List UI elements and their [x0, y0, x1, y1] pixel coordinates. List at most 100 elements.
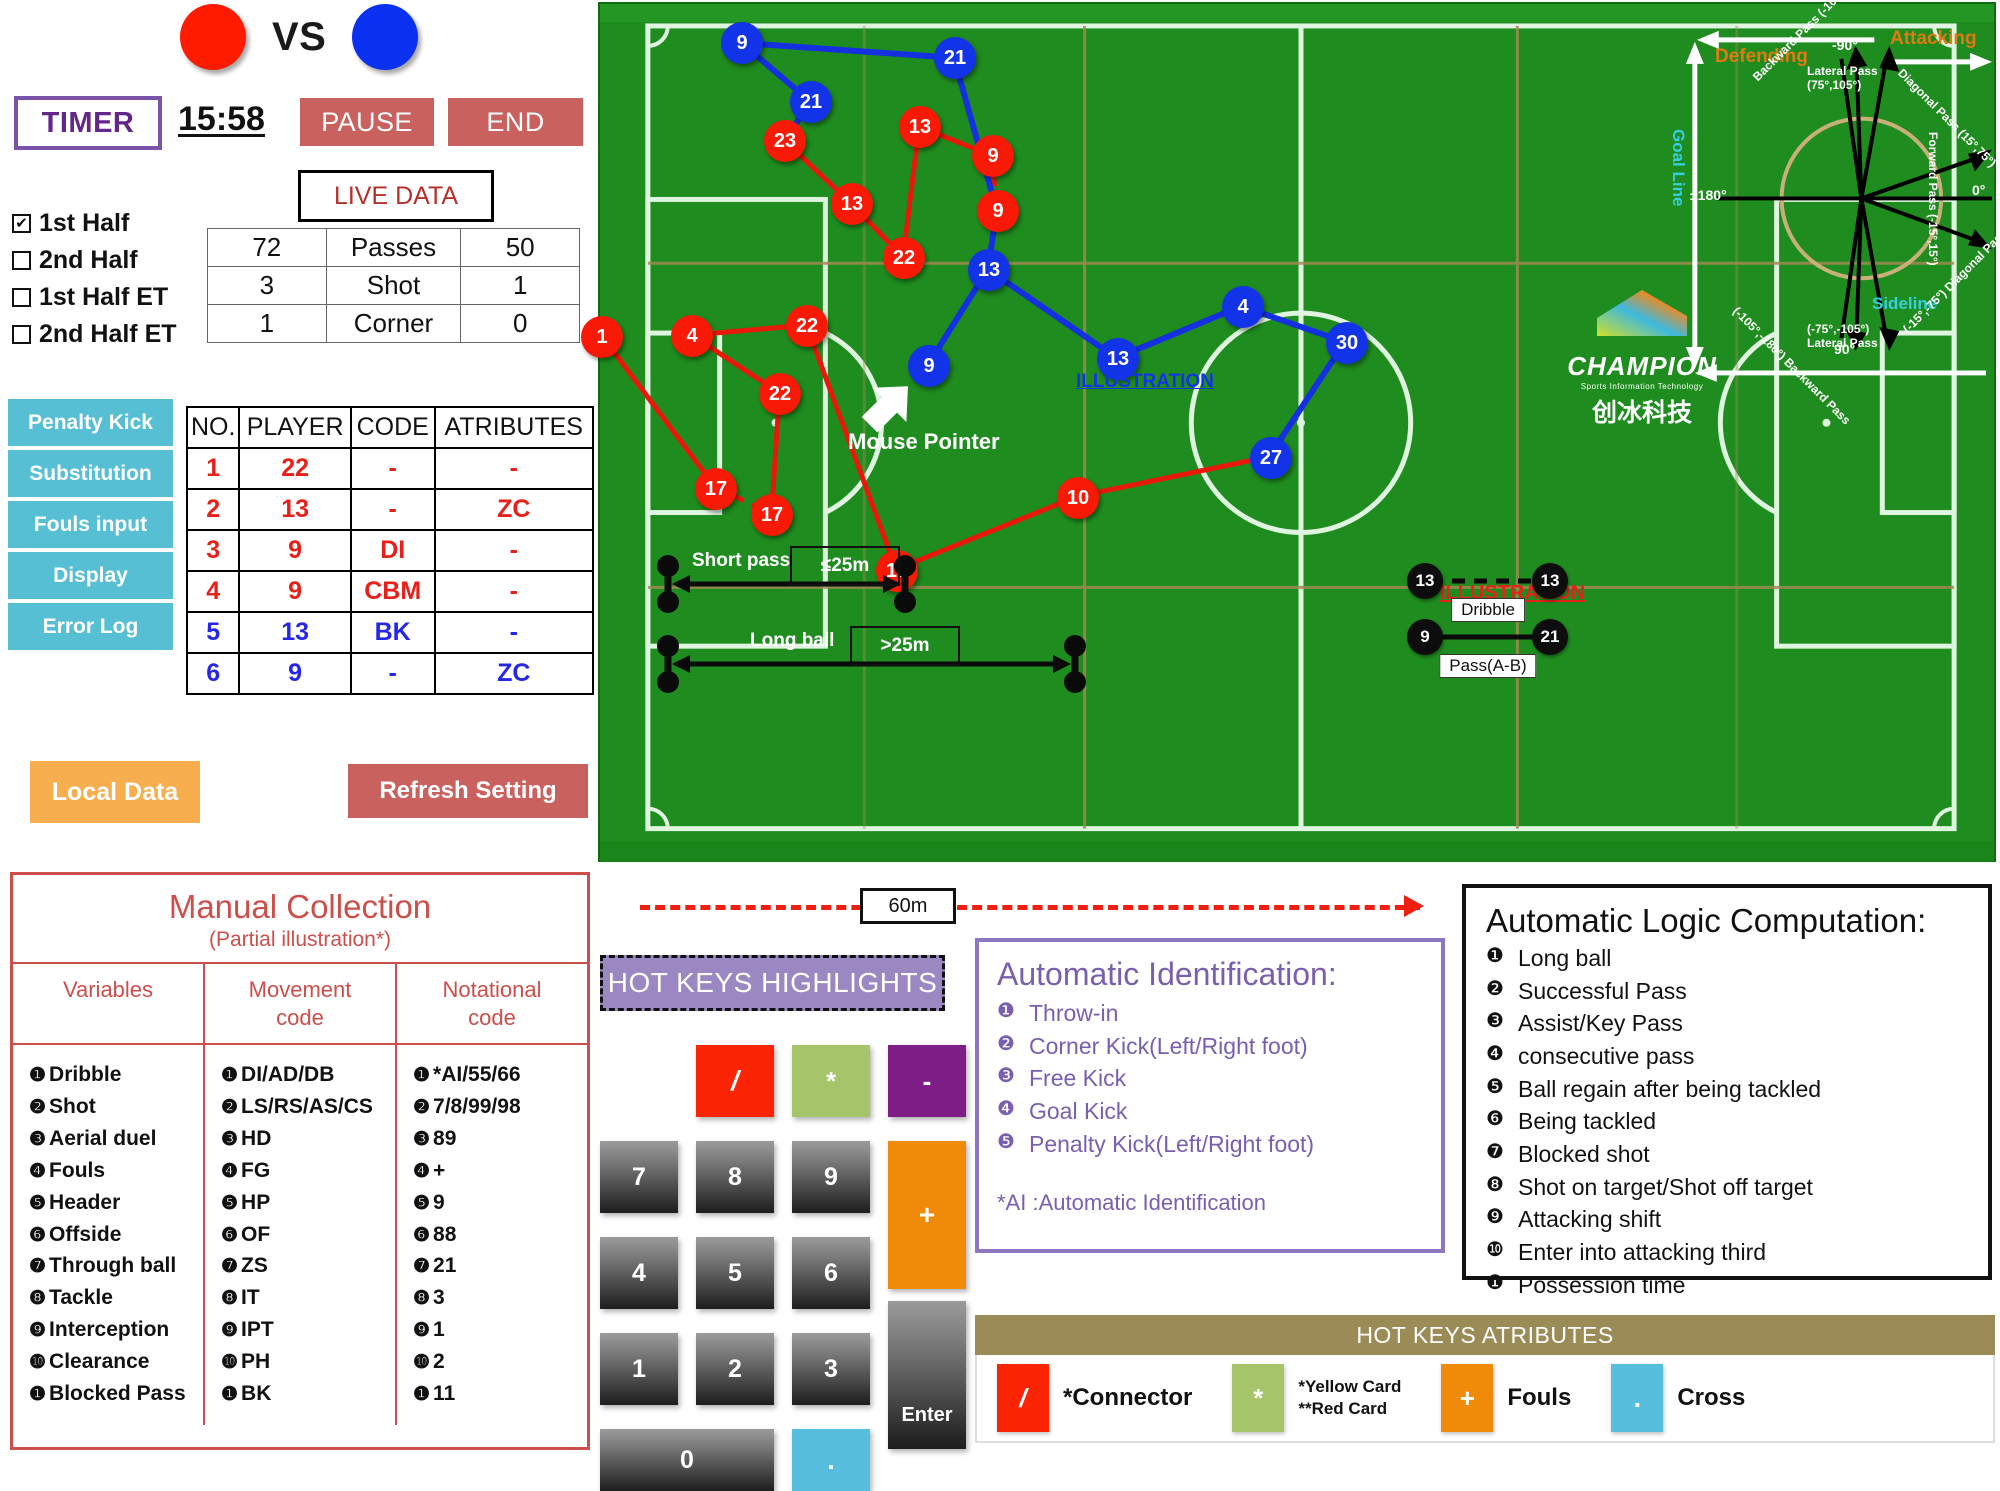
numbered-bullet-icon: ❺ — [997, 1130, 1015, 1153]
table-row[interactable]: 3 9 DI - — [185, 529, 595, 572]
side-button-display[interactable]: Display — [8, 552, 173, 599]
list-item: ❻ OF — [221, 1222, 271, 1246]
player-marker-red-9[interactable]: 9 — [972, 135, 1014, 177]
numbered-bullet-icon: ❶ — [413, 1384, 431, 1406]
side-button-fouls-input[interactable]: Fouls input — [8, 501, 173, 548]
list-item: ❼ ZS — [221, 1254, 268, 1278]
numbered-bullet-icon: ❹ — [997, 1097, 1015, 1120]
list-item: ❽3 — [413, 1286, 445, 1310]
goal-line-label: Goal Line — [1669, 129, 1688, 207]
player-cell-player: 13 — [238, 488, 352, 531]
keypad-key-minus[interactable]: - — [888, 1045, 966, 1117]
player-marker-red-22[interactable]: 22 — [759, 373, 801, 415]
half-option-1[interactable]: 2nd Half — [12, 242, 177, 279]
distance-arrow-icon — [1404, 895, 1424, 917]
side-button-substitution[interactable]: Substitution — [8, 450, 173, 497]
player-marker-blue-9[interactable]: 9 — [908, 345, 950, 387]
table-row[interactable]: 2 13- ZC — [185, 488, 595, 531]
live-away-value: 50 — [460, 228, 580, 267]
numbered-bullet-icon: ❸ — [221, 1128, 239, 1150]
keypad-key-1[interactable]: 1 — [600, 1333, 678, 1405]
keypad-key-slash[interactable]: / — [696, 1045, 774, 1117]
team-b-badge[interactable] — [352, 4, 419, 70]
live-home-value: 3 — [207, 266, 327, 305]
mc-notational-list: ❶ *AI/55/66 ❷ 7/8/99/98 ❸ 89 ❹ + ❺ 9 ❻ 88 ❼ 21 ❽ 3 ❾ 1 ❿ 2 ❶… — [395, 1045, 587, 1425]
player-marker-blue-4[interactable]: 4 — [1222, 286, 1264, 328]
player-marker-red-17[interactable]: 17 — [751, 494, 793, 536]
list-item: ❺ HP — [221, 1190, 271, 1214]
table-row[interactable]: 4 9 CBM - — [185, 570, 595, 613]
team-a-badge[interactable] — [180, 4, 246, 70]
auto-identification-item: ❹ Goal Kick — [997, 1095, 1423, 1128]
half-option-2[interactable]: 1st Half ET — [12, 279, 177, 316]
keypad-key-2[interactable]: 2 — [696, 1333, 774, 1405]
player-marker-blue-30[interactable]: 30 — [1326, 322, 1368, 364]
keypad-key-dot[interactable]: . — [792, 1429, 870, 1491]
mc-movement-list: ❶ DI/AD/DB ❷ LS/RS/AS/CS ❸ HD ❹ FG ❺ HP ❻ OF ❼ ZS ❽ IT ❾… — [203, 1045, 395, 1425]
end-button[interactable]: END — [448, 98, 583, 146]
player-marker-red-4[interactable]: 4 — [671, 315, 713, 357]
list-item: ❻ Offside — [29, 1222, 122, 1246]
checkbox-icon[interactable] — [12, 325, 31, 344]
legend-chip-dribble-to: 13 — [1532, 563, 1568, 599]
half-option-3[interactable]: 2nd Half ET — [12, 316, 177, 353]
player-cell-no: 2 — [185, 488, 241, 531]
list-item: ❶ Dribble — [29, 1063, 122, 1086]
player-marker-red-17[interactable]: 17 — [695, 468, 737, 510]
list-item: ❾ Interception — [29, 1318, 170, 1342]
player-marker-blue-21[interactable]: 21 — [790, 81, 832, 123]
pause-button[interactable]: PAUSE — [300, 98, 434, 146]
mc-variables-list: ❶ Dribble ❷ Shot ❸ Aerial duel ❹ Fouls ❺ Header ❻ O… — [13, 1045, 203, 1425]
list-item: ❿2 — [413, 1350, 445, 1374]
sector-lateral-top: Lateral Pass (75°,105°) — [1807, 64, 1878, 92]
live-data-row: 3 Shot 1 — [207, 266, 580, 305]
checkbox-icon[interactable] — [12, 251, 31, 270]
player-cell-no: 1 — [185, 447, 241, 490]
player-marker-red-22[interactable]: 22 — [883, 237, 925, 279]
list-item: ❺ Header — [29, 1190, 121, 1214]
keypad-key-6[interactable]: 6 — [792, 1237, 870, 1309]
keypad-key-plus[interactable]: + — [888, 1141, 966, 1289]
player-marker-red-1[interactable]: 1 — [581, 316, 623, 358]
keypad-key-5[interactable]: 5 — [696, 1237, 774, 1309]
keypad-key-3[interactable]: 3 — [792, 1333, 870, 1405]
half-option-0[interactable]: ✔ 1st Half — [12, 205, 177, 242]
manual-collection-subtitle: (Partial illustration*) — [208, 928, 392, 951]
checkbox-icon[interactable] — [12, 288, 31, 307]
side-button-penalty-kick[interactable]: Penalty Kick — [8, 399, 173, 446]
manual-collection-panel: Manual Collection (Partial illustration*… — [10, 872, 590, 1450]
numbered-bullet-icon: ❹ — [413, 1160, 431, 1182]
table-row[interactable]: 1 22- - — [185, 447, 595, 490]
player-marker-red-13[interactable]: 13 — [831, 183, 873, 225]
keypad-key-asterisk[interactable]: * — [792, 1045, 870, 1117]
player-marker-red-23[interactable]: 23 — [764, 120, 806, 162]
pitch-visualization[interactable]: 23 13 13 9 9 22 1 4 22 22 17 17 19 10 9 21 21 13 9 13 4 30 27 … — [581, 0, 2000, 862]
player-marker-red-10[interactable]: 10 — [1057, 477, 1099, 519]
list-item: ❶ *AI/55/66 — [413, 1063, 521, 1086]
refresh-setting-button[interactable]: Refresh Setting — [348, 764, 588, 818]
player-marker-red-9[interactable]: 9 — [977, 190, 1019, 232]
table-row[interactable]: 5 13 BK - — [185, 611, 595, 654]
table-row[interactable]: 6 9- ZC — [185, 652, 595, 695]
player-marker-blue-27[interactable]: 27 — [1250, 437, 1292, 479]
player-marker-blue-9[interactable]: 9 — [721, 22, 763, 64]
numbered-bullet-icon: ❽ — [221, 1288, 239, 1310]
player-cell-code: DI — [349, 529, 436, 572]
numbered-bullet-icon: ❶ — [221, 1384, 239, 1406]
player-marker-red-22[interactable]: 22 — [786, 305, 828, 347]
numbered-bullet-icon: ❿ — [29, 1352, 47, 1374]
keypad-key-enter[interactable]: Enter — [888, 1301, 966, 1449]
keypad-key-7[interactable]: 7 — [600, 1141, 678, 1213]
local-data-button[interactable]: Local Data — [30, 761, 200, 823]
side-button-error-log[interactable]: Error Log — [8, 603, 173, 650]
numbered-bullet-icon: ❿ — [413, 1352, 431, 1374]
player-marker-blue-21[interactable]: 21 — [934, 37, 976, 79]
player-marker-red-13[interactable]: 13 — [899, 106, 941, 148]
checkbox-icon[interactable]: ✔ — [12, 214, 31, 233]
keypad-key-9[interactable]: 9 — [792, 1141, 870, 1213]
numbered-bullet-icon: ❺ — [29, 1192, 47, 1214]
keypad-key-8[interactable]: 8 — [696, 1141, 774, 1213]
keypad-key-0[interactable]: 0 — [600, 1429, 774, 1491]
keypad-key-4[interactable]: 4 — [600, 1237, 678, 1309]
player-marker-blue-13[interactable]: 13 — [968, 249, 1010, 291]
